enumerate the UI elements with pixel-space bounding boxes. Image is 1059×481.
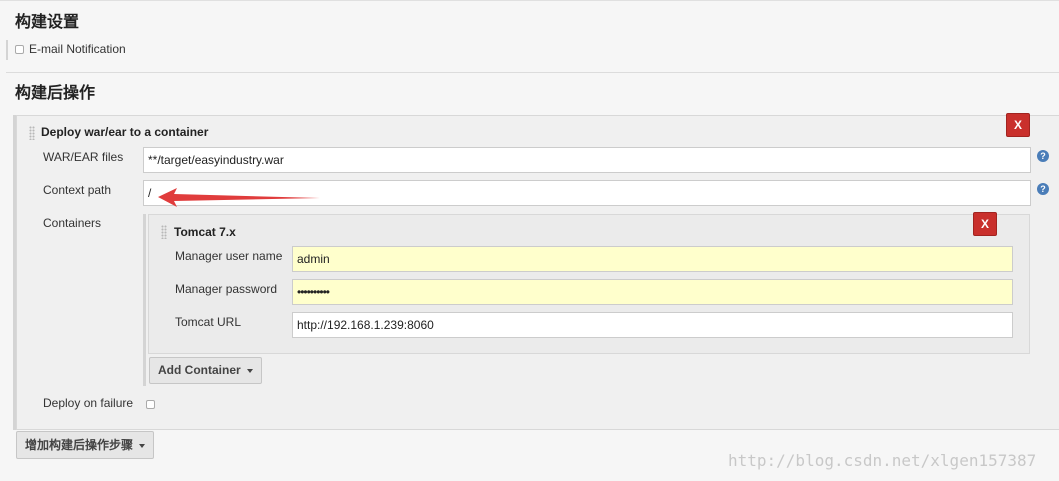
add-container-label: Add Container (158, 363, 241, 377)
tomcat-url-label: Tomcat URL (175, 315, 242, 329)
manager-user-input[interactable]: admin (292, 246, 1013, 272)
email-notification-checkbox[interactable] (15, 45, 24, 54)
add-post-build-step-label: 增加构建后操作步骤 (25, 438, 134, 452)
watermark-text: http://blog.csdn.net/xlgen157387 (728, 451, 1037, 470)
war-ear-files-input[interactable]: **/target/easyindustry.war (143, 147, 1031, 173)
manager-password-label: Manager password (175, 282, 278, 296)
email-section-bar (6, 40, 8, 60)
add-container-button[interactable]: Add Container (149, 357, 262, 384)
deploy-panel-bar (13, 115, 16, 430)
tomcat-url-input[interactable]: http://192.168.1.239:8060 (292, 312, 1013, 338)
help-icon[interactable]: ? (1037, 183, 1049, 195)
caret-down-icon (246, 368, 253, 373)
post-build-title: 构建后操作 (15, 83, 96, 102)
manager-user-label: Manager user name (175, 249, 283, 263)
war-ear-files-label: WAR/EAR files (43, 150, 124, 164)
add-post-build-step-button[interactable]: 增加构建后操作步骤 (16, 431, 155, 459)
deploy-on-failure-checkbox[interactable] (146, 400, 155, 409)
build-settings-title: 构建设置 (15, 12, 80, 31)
red-arrow-annotation (158, 188, 320, 207)
tomcat-drag-handle[interactable] (161, 225, 167, 239)
email-notification-label: E-mail Notification (29, 42, 126, 56)
deploy-on-failure-label: Deploy on failure (43, 396, 134, 410)
top-border (0, 0, 1059, 1)
delete-deploy-button[interactable]: X (1006, 113, 1030, 137)
context-path-label: Context path (43, 183, 112, 197)
deploy-drag-handle[interactable] (29, 126, 35, 140)
caret-down-icon (139, 443, 146, 448)
tomcat-title: Tomcat 7.x (174, 225, 236, 239)
manager-password-input[interactable]: •••••••••• (292, 279, 1013, 305)
section-divider (6, 72, 1059, 73)
deploy-panel-title: Deploy war/ear to a container (41, 125, 209, 139)
containers-label: Containers (43, 216, 102, 230)
containers-bar (143, 214, 146, 386)
help-icon[interactable]: ? (1037, 150, 1049, 162)
delete-tomcat-button[interactable]: X (973, 212, 997, 236)
